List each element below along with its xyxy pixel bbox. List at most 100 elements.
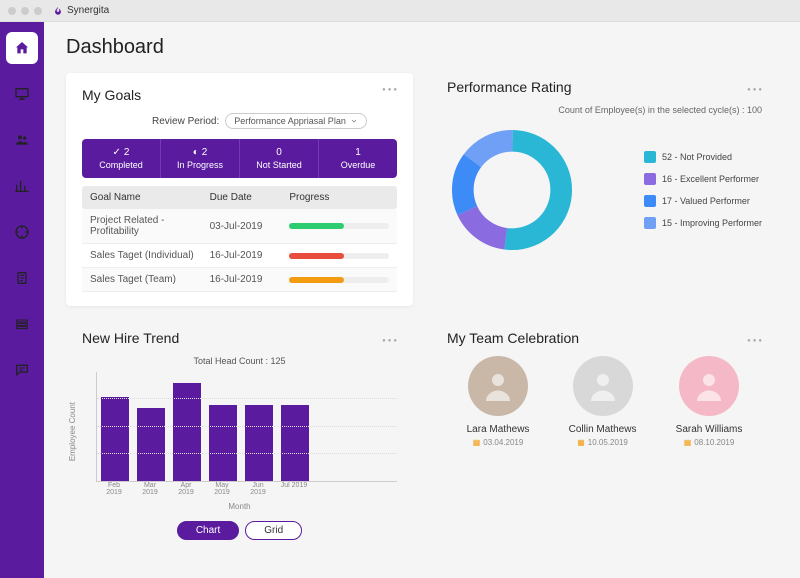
goal-due: 03-Jul-2019	[210, 221, 290, 232]
sidebar-item-monitor[interactable]	[6, 78, 38, 110]
goals-title: My Goals	[82, 87, 397, 103]
team-member[interactable]: Collin Mathews ▦ 10.05.2019	[569, 356, 637, 447]
sidebar-item-home[interactable]	[6, 32, 38, 64]
legend-swatch	[644, 151, 656, 163]
bar-label: Jul 2019	[280, 482, 308, 496]
status-overdue[interactable]: 1 Overdue	[319, 139, 397, 178]
monitor-icon	[14, 86, 30, 102]
card-performance-rating: Performance Rating ●●● Count of Employee…	[431, 73, 778, 306]
review-label: Review Period:	[152, 116, 219, 127]
status-completed[interactable]: ✓2 Completed	[82, 139, 161, 178]
spinner-icon: ◐	[193, 147, 199, 158]
member-name: Sarah Williams	[676, 424, 743, 435]
traffic-dot	[34, 7, 42, 15]
stack-icon	[14, 316, 30, 332]
card-my-goals: My Goals ●●● Review Period: Performance …	[66, 73, 413, 306]
hire-title: New Hire Trend	[82, 330, 397, 346]
bar	[281, 405, 309, 481]
status-not-started[interactable]: 0 Not Started	[240, 139, 319, 178]
more-icon[interactable]: ●●●	[747, 87, 764, 93]
bar	[101, 397, 129, 481]
calendar-icon: ▦	[473, 438, 481, 447]
sidebar-item-feedback[interactable]	[6, 354, 38, 386]
flame-icon	[53, 6, 63, 16]
main-content: Dashboard My Goals ●●● Review Period: Pe…	[44, 22, 800, 578]
perf-legend: 52 - Not Provided 16 - Excellent Performe…	[644, 151, 762, 229]
browser-chrome: Synergita	[0, 0, 800, 22]
sidebar-item-team[interactable]	[6, 124, 38, 156]
member-date: ▦ 10.05.2019	[569, 438, 637, 447]
legend-swatch	[644, 195, 656, 207]
clipboard-icon	[14, 270, 30, 286]
legend-item: 16 - Excellent Performer	[644, 173, 762, 185]
more-icon[interactable]: ●●●	[382, 338, 399, 344]
progress-bar	[289, 223, 389, 229]
goal-due: 16-Jul-2019	[210, 274, 290, 285]
progress-bar	[289, 253, 389, 259]
calendar-icon: ▦	[577, 438, 585, 447]
legend-item: 15 - Improving Performer	[644, 217, 762, 229]
team-member[interactable]: Lara Mathews ▦ 03.04.2019	[467, 356, 530, 447]
member-name: Collin Mathews	[569, 424, 637, 435]
card-team-celebration: My Team Celebration ●●● Lara Mathews ▦ 0…	[431, 324, 778, 554]
card-new-hire-trend: New Hire Trend ●●● Total Head Count : 12…	[66, 324, 413, 554]
progress-bar	[289, 277, 389, 283]
legend-item: 17 - Valued Performer	[644, 195, 762, 207]
chat-icon	[14, 362, 30, 378]
member-name: Lara Mathews	[467, 424, 530, 435]
y-axis-label: Employee Count	[68, 402, 77, 461]
app-name: Synergita	[67, 5, 109, 16]
hire-subtitle: Total Head Count : 125	[82, 356, 397, 366]
bar	[245, 405, 273, 481]
bar-chart	[96, 372, 397, 482]
bar-label: May 2019	[208, 482, 236, 496]
goal-table-header: Goal Name Due Date Progress	[82, 186, 397, 209]
bar-label: Jun 2019	[244, 482, 272, 496]
chevron-down-icon	[350, 117, 358, 125]
sidebar-item-reports[interactable]	[6, 308, 38, 340]
users-icon	[14, 132, 30, 148]
goal-row[interactable]: Sales Taget (Team) 16-Jul-2019	[82, 268, 397, 292]
bar-label: Apr 2019	[172, 482, 200, 496]
more-icon[interactable]: ●●●	[382, 87, 399, 93]
donut-chart	[447, 125, 577, 255]
bar	[137, 408, 165, 481]
sidebar	[0, 22, 44, 578]
x-axis-label: Month	[82, 502, 397, 511]
goal-status-bar: ✓2 Completed ◐2 In Progress 0 Not Starte…	[82, 139, 397, 178]
traffic-dot	[21, 7, 29, 15]
bar-label: Feb 2019	[100, 482, 128, 496]
goal-row[interactable]: Sales Taget (Individual) 16-Jul-2019	[82, 244, 397, 268]
chart-toggle-button[interactable]: Chart	[177, 521, 239, 540]
perf-subtitle: Count of Employee(s) in the selected cyc…	[447, 105, 762, 115]
target-icon	[14, 224, 30, 240]
home-icon	[14, 40, 30, 56]
goal-name: Sales Taget (Individual)	[90, 250, 210, 261]
bar	[173, 383, 201, 481]
sidebar-item-analytics[interactable]	[6, 170, 38, 202]
team-member[interactable]: Sarah Williams ▦ 08.10.2019	[676, 356, 743, 447]
member-date: ▦ 08.10.2019	[676, 438, 743, 447]
bar-x-labels: Feb 2019Mar 2019Apr 2019May 2019Jun 2019…	[100, 482, 397, 496]
page-title: Dashboard	[66, 36, 778, 59]
legend-swatch	[644, 217, 656, 229]
legend-swatch	[644, 173, 656, 185]
team-title: My Team Celebration	[447, 330, 762, 346]
member-date: ▦ 03.04.2019	[467, 438, 530, 447]
legend-item: 52 - Not Provided	[644, 151, 762, 163]
sidebar-item-target[interactable]	[6, 216, 38, 248]
grid-toggle-button[interactable]: Grid	[245, 521, 302, 540]
goal-due: 16-Jul-2019	[210, 250, 290, 261]
more-icon[interactable]: ●●●	[747, 338, 764, 344]
sidebar-item-clipboard[interactable]	[6, 262, 38, 294]
avatar	[679, 356, 739, 416]
bar	[209, 405, 237, 481]
perf-title: Performance Rating	[447, 79, 762, 95]
check-icon: ✓	[113, 147, 121, 158]
goal-name: Project Related - Profitability	[90, 215, 210, 237]
status-in-progress[interactable]: ◐2 In Progress	[161, 139, 240, 178]
traffic-dot	[8, 7, 16, 15]
review-period-select[interactable]: Performance Appriasal Plan	[225, 113, 367, 129]
calendar-icon: ▦	[684, 438, 692, 447]
goal-row[interactable]: Project Related - Profitability 03-Jul-2…	[82, 209, 397, 244]
